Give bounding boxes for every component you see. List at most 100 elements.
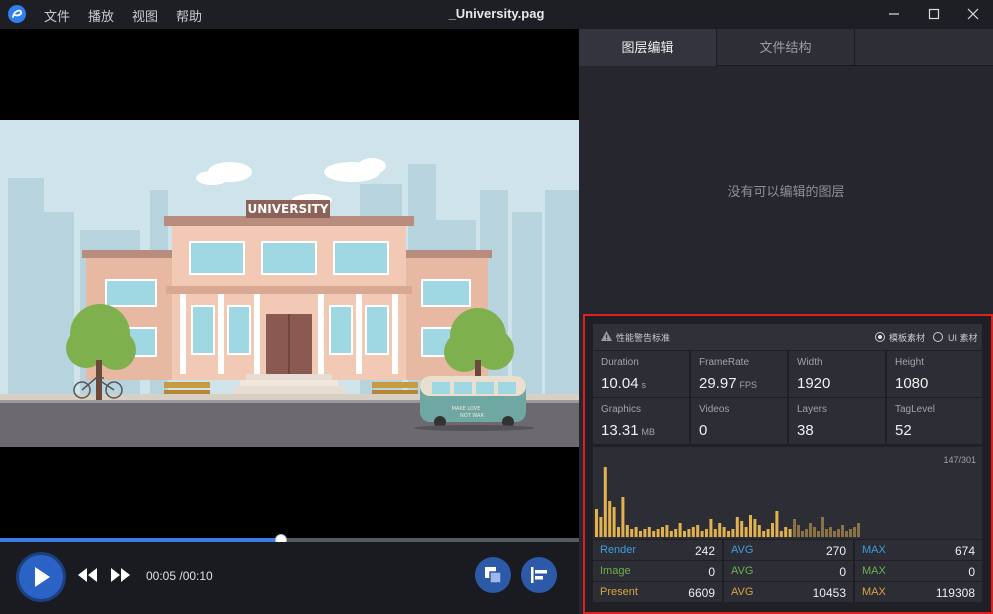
max-value: 119308	[935, 586, 975, 600]
ui-asset-label[interactable]: UI 素材	[948, 331, 978, 344]
frame-bar	[801, 531, 804, 537]
stat-framerate: FrameRate 29.97 FPS	[691, 351, 787, 397]
stat-label: FrameRate	[699, 357, 750, 368]
metric-row-image: Image 0 AVG 0 MAX 0	[593, 561, 982, 581]
max-label: MAX	[862, 565, 886, 577]
avg-label: AVG	[731, 565, 754, 577]
stat-label: Videos	[699, 404, 730, 415]
stat-graphics: Graphics 13.31 MB	[593, 398, 689, 444]
maximize-button[interactable]	[914, 0, 954, 29]
frame-bar	[709, 519, 713, 537]
close-icon	[967, 8, 979, 20]
play-button[interactable]	[19, 555, 63, 599]
avg-value: 270	[825, 544, 846, 558]
frame-bar	[753, 519, 757, 537]
frame-bar	[713, 529, 717, 537]
template-asset-label[interactable]: 模板素材	[889, 331, 925, 344]
stat-unit: MB	[641, 427, 656, 437]
playback-controls: 00:05 /00:10	[0, 542, 579, 614]
stat-label: TagLevel	[895, 404, 936, 415]
frame-bar	[661, 527, 664, 537]
minimize-button[interactable]	[874, 0, 914, 29]
metric-name: Present	[600, 586, 638, 598]
frame-bar	[817, 531, 820, 537]
frame-bar	[788, 529, 792, 537]
frame-bar	[678, 523, 682, 537]
frame-bar	[813, 527, 816, 537]
frame-bar	[779, 531, 783, 537]
bus-text-bottom: NOT WAR	[460, 413, 484, 419]
stat-label: Duration	[601, 357, 639, 368]
tab-layer-edit[interactable]: 图层编辑	[579, 29, 717, 66]
frame-bar	[740, 521, 744, 537]
frame-bar	[731, 529, 735, 537]
title-bar: 文件 播放 视图 帮助 _University.pag	[0, 0, 993, 29]
max-label: MAX	[862, 544, 886, 556]
frame-bar	[749, 515, 752, 537]
layer-view-button[interactable]	[475, 557, 511, 593]
template-asset-radio[interactable]	[875, 332, 885, 342]
ui-asset-radio[interactable]	[933, 332, 943, 342]
tab-file-structure[interactable]: 文件结构	[717, 29, 855, 66]
video-viewport[interactable]: UNIVERSITY MAKE LOVE NOT WAR	[0, 29, 579, 537]
time-display: 00:05 /00:10	[146, 569, 213, 583]
maximize-icon	[928, 8, 940, 20]
stat-width: Width 1920	[789, 351, 885, 397]
frame-bar	[639, 531, 642, 537]
frame-bar	[722, 527, 726, 537]
frame-bar	[821, 517, 824, 537]
frame-bar	[727, 531, 730, 537]
avg-value: 0	[839, 565, 846, 579]
university-sign: UNIVERSITY	[248, 202, 329, 216]
bus-text-top: MAKE LOVE	[452, 406, 481, 412]
frame-bar	[630, 529, 634, 537]
frame-bar	[744, 527, 748, 537]
stat-value: 38	[797, 422, 814, 439]
warning-icon	[601, 331, 612, 341]
stat-unit: FPS	[739, 380, 758, 390]
stat-videos: Videos 0	[691, 398, 787, 444]
frame-bar	[674, 529, 678, 537]
frame-bar	[603, 467, 607, 537]
frame-bar	[771, 523, 774, 537]
menu-play[interactable]: 播放	[88, 6, 114, 25]
metric-name: Image	[600, 565, 631, 577]
frame-bar	[841, 525, 844, 537]
frame-bar	[793, 519, 796, 537]
stat-label: Graphics	[601, 404, 642, 415]
menu-view[interactable]: 视图	[132, 6, 158, 25]
frame-bar	[665, 525, 669, 537]
frame-bar	[825, 529, 828, 537]
frame-bar	[617, 527, 620, 537]
frame-bar	[691, 527, 695, 537]
frame-bar	[656, 529, 660, 537]
frame-bar	[687, 529, 691, 537]
stat-value: 29.97	[699, 375, 737, 392]
frame-bar	[797, 525, 800, 537]
stat-value: 10.04	[601, 375, 639, 392]
metric-row-render: Render 242 AVG 270 MAX 674	[593, 540, 982, 560]
frame-bar	[683, 531, 686, 537]
frame-bar	[837, 529, 840, 537]
stat-value: 1080	[895, 375, 929, 392]
frame-bar	[612, 507, 616, 537]
menu-file[interactable]: 文件	[44, 6, 70, 25]
menu-help[interactable]: 帮助	[176, 6, 202, 25]
rewind-icon[interactable]	[78, 568, 98, 582]
play-icon	[35, 567, 50, 587]
frame-bar	[718, 523, 722, 537]
align-panel-button[interactable]	[521, 557, 557, 593]
frame-bar	[643, 529, 647, 537]
frame-bar	[833, 531, 836, 537]
stat-height: Height 1080	[887, 351, 982, 397]
metric-name: Render	[600, 544, 637, 556]
university-scene-image: UNIVERSITY MAKE LOVE NOT WAR	[0, 120, 579, 447]
close-button[interactable]	[953, 0, 993, 29]
frame-bar	[845, 531, 848, 537]
frame-bar	[599, 517, 603, 537]
frame-bar	[829, 527, 832, 537]
fast-forward-icon[interactable]	[110, 568, 130, 582]
frame-bar	[608, 501, 612, 537]
layers-icon	[485, 567, 502, 584]
frame-bar	[766, 529, 770, 537]
